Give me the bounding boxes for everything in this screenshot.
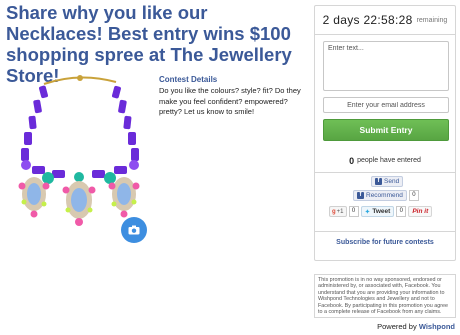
entry-form: Submit Entry [315,35,455,141]
entry-count-value: 0 [349,155,355,166]
facebook-icon: f [357,192,364,199]
recommend-label: Recommend [366,192,403,199]
facebook-icon: f [375,178,382,185]
camera-icon [128,225,140,235]
twitter-bird-icon: ✦ [364,208,371,216]
camera-upload-button[interactable] [121,217,147,243]
email-field[interactable] [323,97,449,113]
contest-details-title: Contest Details [159,75,218,84]
recommend-row: f Recommend 0 [353,190,419,201]
tweet-label: Tweet [372,208,391,215]
google-plus-label: +1 [336,208,344,215]
facebook-send-button[interactable]: f Send [371,176,404,187]
countdown-label: remaining [416,16,448,24]
tweet-button[interactable]: ✦ Tweet [360,206,395,217]
countdown-value: 2 days 22:58:28 [322,13,413,27]
contest-details-text: Do you like the colours? style? fit? Do … [159,86,301,116]
powered-by: Powered by Wishpond [377,322,455,331]
countdown-timer: 2 days 22:58:28 remaining [315,6,455,35]
social-row: g +1 0 ✦ Tweet 0 Pin it [329,206,433,217]
wishpond-link[interactable]: Wishpond [419,322,455,331]
disclaimer-text: This promotion is in no way sponsored, e… [314,274,456,318]
google-plus-count: 0 [348,206,359,217]
google-plus-icon: g [332,208,336,215]
facebook-recommend-button[interactable]: f Recommend [353,190,407,201]
entry-count-label: people have entered [357,157,421,164]
tweet-count: 0 [396,206,407,217]
subscribe-row: Subscribe for future contests [315,232,455,253]
google-plus-button[interactable]: g +1 [329,206,347,217]
subscribe-link[interactable]: Subscribe for future contests [336,239,434,246]
submit-entry-button[interactable]: Submit Entry [323,119,449,141]
powered-by-prefix: Powered by [377,322,417,331]
recommend-count: 0 [408,190,419,201]
send-label: Send [384,178,400,185]
pin-it-button[interactable]: Pin it [408,206,433,217]
entry-count: 0 people have entered [315,149,455,172]
entry-panel: 2 days 22:58:28 remaining Submit Entry 0… [314,5,456,261]
entry-textarea[interactable] [323,41,449,91]
share-buttons: f Send f Recommend 0 g +1 0 ✦ Tweet 0 Pi… [315,173,455,231]
